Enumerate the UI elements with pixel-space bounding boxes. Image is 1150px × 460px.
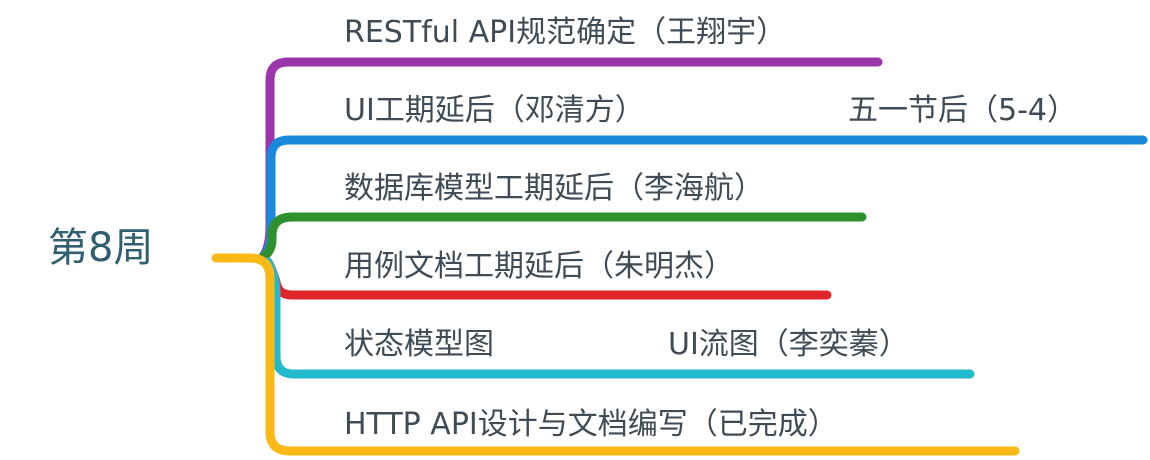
topic-state-model-diagram: 状态模型图 bbox=[344, 327, 494, 362]
topic-ui-schedule-delay: UI工期延后（邓清方） bbox=[344, 93, 645, 128]
branch-connector-restful bbox=[257, 57, 883, 263]
topic-ui-delay-note: 五一节后（5-4） bbox=[848, 93, 1077, 128]
mindmap-connectors bbox=[211, 57, 1148, 456]
topic-use-case-doc-delay: 用例文档工期延后（朱明杰） bbox=[344, 249, 734, 284]
root-topic-week-8: 第8周 bbox=[48, 225, 154, 271]
topic-ui-flow-diagram: UI流图（李奕蓁） bbox=[668, 327, 909, 362]
topic-http-api-design-done: HTTP API设计与文档编写（已完成） bbox=[344, 407, 838, 442]
topic-restful-api-spec: RESTful API规范确定（王翔宇） bbox=[344, 15, 787, 50]
topic-db-model-delay: 数据库模型工期延后（李海航） bbox=[344, 171, 764, 206]
